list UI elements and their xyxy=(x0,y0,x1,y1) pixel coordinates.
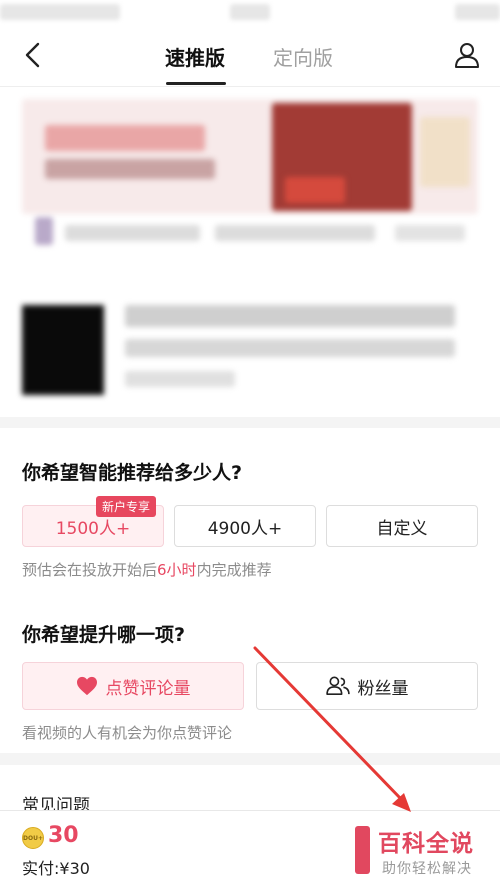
promotion-settings-card: 你希望智能推荐给多少人? 1500人+ 新户专享 4900人+ 自定义 预估会在… xyxy=(0,428,500,753)
tab-underline xyxy=(166,82,226,85)
hint-text: 内完成推荐 xyxy=(196,561,272,579)
blur-text xyxy=(65,225,200,241)
paid-amount: 实付:¥30 xyxy=(22,859,90,878)
hint-highlight: 6小时 xyxy=(157,561,197,579)
option-label: 4900人+ xyxy=(207,518,283,539)
option-custom[interactable]: 自定义 xyxy=(326,505,478,547)
goal-hint: 看视频的人有机会为你点赞评论 xyxy=(22,724,233,742)
blur-text xyxy=(125,339,455,357)
status-bar xyxy=(0,0,500,26)
watermark-subtitle: 助你轻松解决 xyxy=(382,861,472,877)
banner-blur-text xyxy=(45,125,205,151)
user-icon[interactable] xyxy=(452,40,482,70)
heart-icon xyxy=(76,676,97,696)
estimate-hint: 预估会在投放开始后6小时内完成推荐 xyxy=(22,559,272,580)
option-label: 1500人+ xyxy=(55,518,131,539)
coin-amount: 30 xyxy=(48,823,79,848)
status-bar-blur xyxy=(230,4,270,20)
followers-icon xyxy=(325,676,350,695)
video-preview-card xyxy=(0,87,500,417)
watermark-logo-bar xyxy=(355,826,370,874)
question-reach: 你希望智能推荐给多少人? xyxy=(22,462,243,484)
option-4900[interactable]: 4900人+ xyxy=(174,505,316,547)
banner-blur-text xyxy=(45,159,215,179)
blur-text xyxy=(125,371,235,387)
status-bar-blur xyxy=(0,4,120,20)
tab-quick-promote[interactable]: 速推版 xyxy=(165,42,225,71)
video-thumbnail xyxy=(22,305,104,395)
coin-icon: DOU+ xyxy=(22,827,44,849)
status-bar-blur xyxy=(455,4,500,20)
banner-blur-image xyxy=(285,177,345,203)
option-likes-comments[interactable]: 点赞评论量 xyxy=(22,662,244,710)
banner-blur-image xyxy=(420,117,470,187)
chevron-left-icon[interactable] xyxy=(18,40,48,70)
option-label: 粉丝量 xyxy=(357,678,409,699)
question-goal: 你希望提升哪一项? xyxy=(22,624,186,646)
new-user-badge: 新户专享 xyxy=(96,496,157,517)
tab-targeted[interactable]: 定向版 xyxy=(273,42,333,71)
blur-text xyxy=(35,217,53,245)
option-label: 点赞评论量 xyxy=(105,678,191,699)
option-followers[interactable]: 粉丝量 xyxy=(256,662,478,710)
blur-text xyxy=(395,225,465,241)
blur-text xyxy=(215,225,375,241)
hint-text: 预估会在投放开始后 xyxy=(22,561,158,579)
watermark-title: 百科全说 xyxy=(378,831,474,857)
nav-bar: 速推版 定向版 xyxy=(0,26,500,87)
option-label: 自定义 xyxy=(376,518,428,539)
blur-text xyxy=(125,305,455,327)
